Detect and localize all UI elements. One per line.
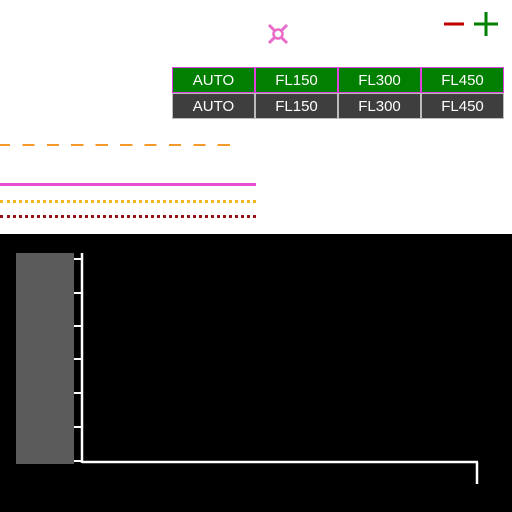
route-line-orange-dashed	[0, 144, 234, 146]
altitude-option-fl300[interactable]: FL300	[338, 67, 421, 93]
vertical-profile-panel	[0, 234, 512, 512]
map-view: AUTO FL150 FL300 FL450 AUTO FL150 FL300 …	[0, 0, 512, 512]
altitude-option-auto[interactable]: AUTO	[172, 93, 255, 119]
altitude-options-row: AUTO FL150 FL300 FL450	[172, 93, 504, 119]
altitude-option-fl450[interactable]: FL450	[421, 93, 504, 119]
altitude-option-fl450[interactable]: FL450	[421, 67, 504, 93]
altitude-option-fl300[interactable]: FL300	[338, 93, 421, 119]
route-line-darkred-dotted	[0, 215, 256, 218]
altitude-option-auto[interactable]: AUTO	[172, 67, 255, 93]
plus-icon[interactable]	[472, 10, 500, 38]
route-line-yellow-dotted	[0, 200, 256, 203]
profile-axes	[74, 253, 479, 484]
altitude-option-fl150[interactable]: FL150	[255, 93, 338, 119]
altitude-selected-row: AUTO FL150 FL300 FL450	[172, 67, 504, 93]
altitude-selector: AUTO FL150 FL300 FL450 AUTO FL150 FL300 …	[172, 67, 504, 119]
minus-icon[interactable]	[442, 12, 466, 36]
altitude-option-fl150[interactable]: FL150	[255, 67, 338, 93]
waypoint-icon[interactable]	[266, 22, 290, 46]
route-line-magenta	[0, 183, 256, 186]
